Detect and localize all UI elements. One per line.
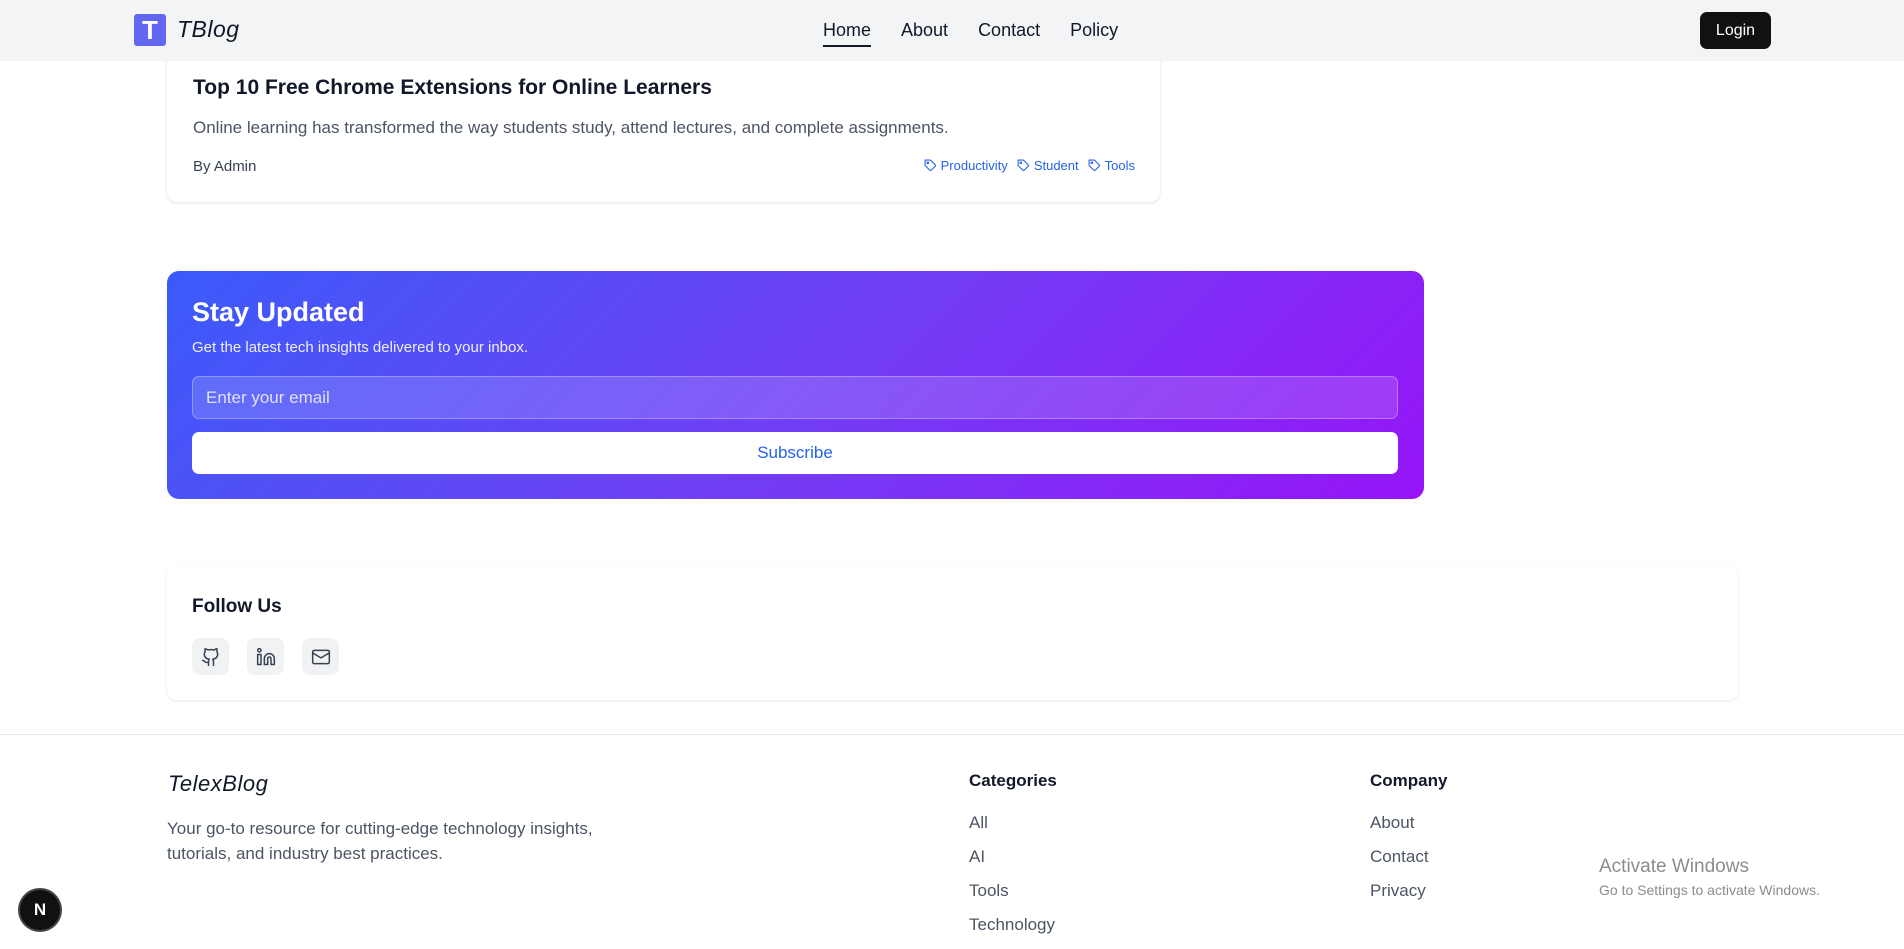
mail-button[interactable] [302,638,339,675]
site-brand[interactable]: TBlog [177,16,240,43]
nav-contact[interactable]: Contact [978,20,1040,47]
github-button[interactable] [192,638,229,675]
tag-icon [1017,159,1029,171]
company-title: Company [1370,771,1448,790]
nav-home[interactable]: Home [823,20,872,47]
linkedin-button[interactable] [247,638,284,675]
tag-productivity[interactable]: Productivity [924,158,1008,173]
footer-link-all[interactable]: All [969,813,1057,847]
tag-icon [1088,159,1100,171]
footer-link-about[interactable]: About [1370,813,1447,847]
subscribe-button[interactable]: Subscribe [192,432,1398,474]
footer-link-technology[interactable]: Technology [969,915,1057,949]
github-icon [201,647,218,666]
footer-company: Company About Contact Privacy [1370,771,1447,915]
footer-link-contact[interactable]: Contact [1370,847,1447,881]
footer-divider [0,734,1904,735]
tag-label: Student [1033,158,1079,173]
footer-link-privacy[interactable]: Privacy [1370,881,1447,915]
newsletter-title: Stay Updated [192,297,365,327]
nav-policy[interactable]: Policy [1070,20,1118,47]
main-nav: Home About Contact Policy [823,20,1118,47]
site-header: T TBlog Home About Contact Policy Login [0,0,1904,61]
article-title[interactable]: Top 10 Free Chrome Extensions for Online… [193,76,712,100]
login-button[interactable]: Login [1700,12,1771,49]
tag-label: Productivity [940,158,1008,173]
tag-student[interactable]: Student [1017,158,1079,173]
footer-categories: Categories All AI Tools Technology [969,771,1057,949]
tag-label: Tools [1104,158,1135,173]
article-tags: Productivity Student Tools [924,158,1135,173]
tag-tools[interactable]: Tools [1088,158,1135,173]
footer-link-ai[interactable]: AI [969,847,1057,881]
nextjs-badge-icon[interactable]: N [20,890,60,930]
footer-description: Your go-to resource for cutting-edge tec… [167,819,593,863]
article-excerpt: Online learning has transformed the way … [193,118,949,137]
footer-brand[interactable]: TelexBlog [168,771,268,797]
social-links [192,638,339,675]
tag-icon [924,159,936,171]
linkedin-icon [256,647,275,665]
follow-card: Follow Us [167,566,1738,700]
mail-icon [311,649,330,664]
footer-link-tools[interactable]: Tools [969,881,1057,915]
newsletter-subtitle: Get the latest tech insights delivered t… [192,339,529,356]
follow-title: Follow Us [192,596,282,617]
email-input[interactable] [192,376,1398,419]
logo-icon[interactable]: T [134,14,166,46]
categories-title: Categories [969,771,1057,790]
newsletter-panel: Stay Updated Get the latest tech insight… [167,271,1424,499]
windows-activation-watermark: Activate Windows Go to Settings to activ… [1599,856,1820,898]
watermark-subtitle: Go to Settings to activate Windows. [1599,882,1820,898]
watermark-title: Activate Windows [1599,856,1749,877]
nav-about[interactable]: About [901,20,948,47]
article-author: By Admin [193,158,257,175]
